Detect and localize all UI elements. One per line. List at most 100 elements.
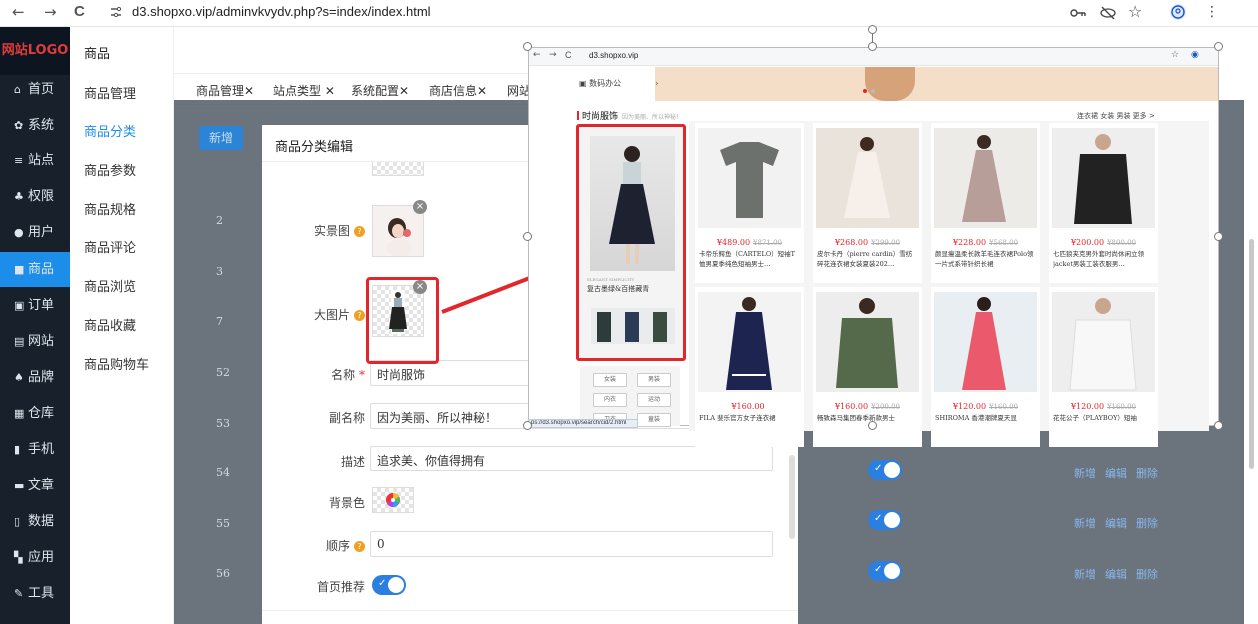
product-card[interactable]: ¥228.00 ¥568.00 颜显瘦温柔长款羊毛连衣裙Polo领一片式系带针织长… xyxy=(931,123,1040,283)
key-icon[interactable] xyxy=(1070,7,1086,22)
forward-icon[interactable]: → xyxy=(44,3,57,21)
back-icon[interactable]: ← xyxy=(12,3,25,21)
row-delete-link[interactable]: 删除 xyxy=(1136,517,1158,530)
preview-star-icon[interactable]: ☆ xyxy=(1171,50,1179,60)
tab-goods-manage[interactable]: 商品管理✕ xyxy=(196,82,254,99)
site-settings-icon[interactable] xyxy=(110,6,122,18)
icon-image-thumb[interactable] xyxy=(372,162,424,176)
submenu-goods-category[interactable]: 商品分类 xyxy=(84,121,136,140)
submenu-goods-comments[interactable]: 商品评论 xyxy=(84,237,136,256)
sidebar-item-system[interactable]: ✿ 系统 xyxy=(0,108,70,143)
row-edit-link[interactable]: 编辑 xyxy=(1105,517,1127,530)
address-bar[interactable]: d3.shopxo.vip/adminvkvydv.php?s=index/in… xyxy=(132,4,431,19)
preview-category-item[interactable]: ▣ 数码办公 › xyxy=(579,78,658,89)
submenu-goods-browse[interactable]: 商品浏览 xyxy=(84,276,136,295)
profile-icon[interactable] xyxy=(1170,4,1186,20)
row-delete-link[interactable]: 删除 xyxy=(1136,467,1158,480)
preview-forward-icon[interactable]: → xyxy=(549,50,557,60)
bgcolor-picker[interactable] xyxy=(372,487,414,513)
check-icon: ✓ xyxy=(874,564,883,575)
sidebar-item-goods[interactable]: ■ 商品 xyxy=(0,252,70,287)
product-card[interactable]: ¥120.00 ¥160.00 花花公子（PLAYBOY）短袖 xyxy=(1049,287,1158,447)
row-home-toggle[interactable]: ✓ xyxy=(868,460,902,480)
tag[interactable]: 男装 xyxy=(637,373,671,387)
modal-scrollbar[interactable] xyxy=(789,455,795,539)
home-recommend-toggle[interactable]: ✓ xyxy=(372,575,406,595)
help-icon[interactable]: ? xyxy=(354,541,365,552)
eye-off-icon[interactable] xyxy=(1100,5,1116,24)
resize-handle[interactable] xyxy=(1214,421,1223,430)
carousel-dot[interactable] xyxy=(863,89,867,93)
row-edit-link[interactable]: 编辑 xyxy=(1105,568,1127,581)
tab-site-type[interactable]: 站点类型 ✕ xyxy=(273,82,335,99)
product-card[interactable]: ¥120.00 ¥160.00 SHIROMA 香港潮牌夏天显 xyxy=(931,287,1040,447)
sidebar-item-order[interactable]: ▣ 订单 xyxy=(0,288,70,323)
sidebar-item-user[interactable]: ● 用户 xyxy=(0,215,70,250)
sidebar-item-apps[interactable]: ▚ 应用 xyxy=(0,540,70,575)
preview-address-bar[interactable]: d3.shopxo.vip xyxy=(589,51,638,60)
preview-section-nav[interactable]: 连衣裙 女装 男装 更多 > xyxy=(1077,111,1155,121)
submenu-goods-cart[interactable]: 商品购物车 xyxy=(84,354,149,373)
row-edit-link[interactable]: 编辑 xyxy=(1105,467,1127,480)
row-add-link[interactable]: 新增 xyxy=(1074,467,1096,480)
resize-handle[interactable] xyxy=(868,42,877,51)
row-add-link[interactable]: 新增 xyxy=(1074,568,1096,581)
rotate-handle[interactable] xyxy=(868,25,877,34)
resize-handle[interactable] xyxy=(1214,42,1223,51)
sidebar-item-site[interactable]: ≡ 站点 xyxy=(0,143,70,178)
row-home-toggle[interactable]: ✓ xyxy=(868,510,902,530)
tag[interactable]: 运动 xyxy=(637,393,671,407)
more-menu-icon[interactable]: ⋮ xyxy=(1205,4,1219,20)
product-card[interactable]: ¥268.00 ¥299.00 皮尔卡丹（pierre cardin）雪纺碎花连衣… xyxy=(813,123,922,283)
resize-handle[interactable] xyxy=(868,421,877,430)
product-card[interactable]: ¥200.00 ¥800.00 七匹狼夹克男外套时尚休闲立领jacket男装工装衣… xyxy=(1049,123,1158,283)
header-bar xyxy=(174,27,534,73)
product-card[interactable]: ¥160.00 FILA 斐乐官方女子连衣裙 xyxy=(695,287,804,447)
submenu-goods-manage[interactable]: 商品管理 xyxy=(84,83,136,102)
tag[interactable]: 女装 xyxy=(593,373,627,387)
product-card[interactable]: ¥489.00 ¥871.00 卡帝乐鳄鱼（CARTELO）短袖T恤男夏季纯色短袖… xyxy=(695,123,804,283)
submenu-goods-favor[interactable]: 商品收藏 xyxy=(84,315,136,334)
sidebar-item-tools[interactable]: ✎ 工具 xyxy=(0,576,70,611)
submenu-goods-spec[interactable]: 商品规格 xyxy=(84,199,136,218)
sidebar-item-data[interactable]: ▯ 数据 xyxy=(0,504,70,539)
sidebar-item-warehouse[interactable]: ▦ 仓库 xyxy=(0,396,70,431)
submenu-goods-params[interactable]: 商品参数 xyxy=(84,160,136,179)
tag[interactable]: 童装 xyxy=(637,413,671,427)
modal-footer-divider xyxy=(262,610,798,611)
help-icon[interactable]: ? xyxy=(354,310,365,321)
preview-reload-icon[interactable]: C xyxy=(565,50,572,60)
reload-icon[interactable]: C xyxy=(74,3,85,20)
help-icon[interactable]: ? xyxy=(354,226,365,237)
tag[interactable]: 内衣 xyxy=(593,393,627,407)
row-add-link[interactable]: 新增 xyxy=(1074,517,1096,530)
sidebar-item-website[interactable]: ▤ 网站 xyxy=(0,324,70,359)
resize-handle[interactable] xyxy=(523,42,532,51)
sidebar-item-mobile[interactable]: ▮ 手机 xyxy=(0,432,70,467)
preview-promo-image[interactable]: ELEGANT SIMPLICITY 复古墨绿&百搭藏青 xyxy=(576,124,686,361)
sidebar-item-brand[interactable]: ♠ 品牌 xyxy=(0,360,70,395)
sidebar-item-article[interactable]: ▬ 文章 xyxy=(0,468,70,503)
big-image-label: 大图片? xyxy=(314,306,365,323)
gear-icon: ✿ xyxy=(14,119,24,132)
row-home-toggle[interactable]: ✓ xyxy=(868,561,902,581)
preview-back-icon[interactable]: ← xyxy=(533,50,541,60)
field-label: 首页推荐 xyxy=(262,578,365,594)
add-button[interactable]: 新增 xyxy=(199,126,243,150)
resize-handle[interactable] xyxy=(523,421,532,430)
carousel-dot[interactable] xyxy=(871,89,875,93)
resize-handle[interactable] xyxy=(1214,232,1223,241)
page-scrollbar[interactable] xyxy=(1244,27,1258,624)
tab-store-info[interactable]: 商店信息✕ xyxy=(429,82,487,99)
remove-scene-image-icon[interactable]: × xyxy=(413,200,427,214)
sidebar-item-permission[interactable]: ♣ 权限 xyxy=(0,179,70,214)
desc-textarea[interactable]: 追求美、你值得拥有 xyxy=(370,446,773,471)
sidebar-item-home[interactable]: ⌂ 首页 xyxy=(0,72,70,107)
preview-profile-icon[interactable]: ◉ xyxy=(1191,50,1199,60)
row-delete-link[interactable]: 删除 xyxy=(1136,568,1158,581)
bookmark-star-icon[interactable]: ☆ xyxy=(1128,2,1142,21)
resize-handle[interactable] xyxy=(523,232,532,241)
tab-system-config[interactable]: 系统配置✕ xyxy=(351,82,409,99)
order-input[interactable]: 0 xyxy=(370,531,773,557)
page-scrollbar-thumb[interactable] xyxy=(1249,239,1254,469)
